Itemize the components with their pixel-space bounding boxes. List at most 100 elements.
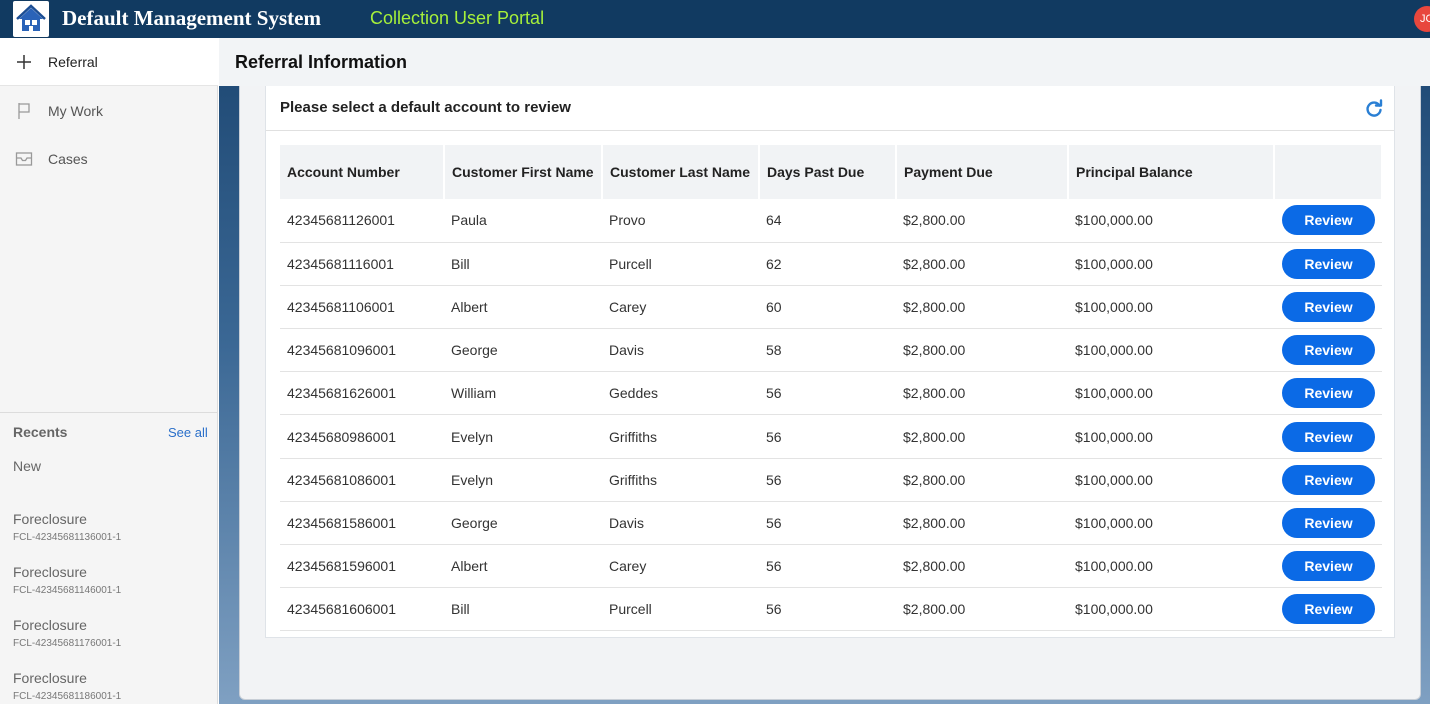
payment-due-cell: $2,800.00 <box>896 587 1068 632</box>
page-title: Referral Information <box>235 52 408 72</box>
first-name-cell: Evelyn <box>444 414 602 459</box>
account-number-cell: 42345681626001 <box>280 371 444 416</box>
days-past-due-cell: 64 <box>759 199 896 243</box>
recents-new-item[interactable]: New <box>13 458 41 474</box>
recent-item[interactable]: Foreclosure FCL-42345681146001-1 <box>13 564 213 596</box>
first-name-cell: William <box>444 371 602 416</box>
see-all-link[interactable]: See all <box>168 425 208 440</box>
review-button[interactable]: Review <box>1282 464 1375 495</box>
review-button[interactable]: Review <box>1282 248 1375 279</box>
accounts-table: Account Number Customer First Name Custo… <box>280 145 1383 632</box>
table-row: 42345681626001 William Geddes 56 $2,800.00 $1… <box>280 371 1382 416</box>
column-header[interactable]: Payment Due <box>896 145 1069 199</box>
recent-item-title: Foreclosure <box>13 564 87 580</box>
review-button[interactable]: Review <box>1282 378 1375 409</box>
days-past-due-cell: 62 <box>759 242 896 286</box>
table-row: 42345681126001 Paula Provo 64 $2,800.00 $100,… <box>280 199 1382 243</box>
action-cell: Review <box>1274 328 1382 373</box>
column-header[interactable]: Customer First Name <box>444 145 603 199</box>
card-header: Please select a default account to revie… <box>266 86 1394 131</box>
principal-balance-cell: $100,000.00 <box>1068 587 1274 632</box>
principal-balance-cell: $100,000.00 <box>1068 501 1274 546</box>
last-name-cell: Purcell <box>602 242 759 286</box>
review-button[interactable]: Review <box>1282 421 1375 452</box>
payment-due-cell: $2,800.00 <box>896 242 1068 286</box>
action-cell: Review <box>1274 242 1382 286</box>
action-cell: Review <box>1274 199 1382 243</box>
principal-balance-cell: $100,000.00 <box>1068 328 1274 373</box>
recent-item-title: Foreclosure <box>13 617 87 633</box>
first-name-cell: Evelyn <box>444 458 602 502</box>
payment-due-cell: $2,800.00 <box>896 328 1068 373</box>
table-row: 42345681096001 George Davis 58 $2,800.00 $100… <box>280 328 1382 373</box>
top-bar: Default Management System Collection Use… <box>0 0 1430 38</box>
principal-balance-cell: $100,000.00 <box>1068 199 1274 243</box>
recent-item-subtitle: FCL-42345681176001-1 <box>13 638 122 649</box>
payment-due-cell: $2,800.00 <box>896 199 1068 243</box>
recents-title: Recents <box>13 424 68 440</box>
review-button[interactable]: Review <box>1282 551 1375 582</box>
review-button[interactable]: Review <box>1282 205 1375 236</box>
divider <box>0 412 218 413</box>
recent-item-subtitle: FCL-42345681186001-1 <box>13 691 122 702</box>
sidebar-item-label: Cases <box>48 151 88 167</box>
sidebar-item-label: Referral <box>48 53 98 70</box>
payment-due-cell: $2,800.00 <box>896 458 1068 502</box>
table-row: 42345680986001 Evelyn Griffiths 56 $2,800.00… <box>280 414 1382 459</box>
refresh-icon[interactable] <box>1364 99 1384 119</box>
last-name-cell: Griffiths <box>602 414 759 459</box>
column-header[interactable]: Days Past Due <box>759 145 897 199</box>
table-row: 42345681086001 Evelyn Griffiths 56 $2,800.00… <box>280 458 1382 502</box>
first-name-cell: George <box>444 501 602 546</box>
recent-item-title: Foreclosure <box>13 511 87 527</box>
column-header[interactable]: Customer Last Name <box>602 145 760 199</box>
principal-balance-cell: $100,000.00 <box>1068 544 1274 589</box>
sidebar-item-cases[interactable]: Cases <box>0 136 218 182</box>
account-number-cell: 42345681126001 <box>280 199 444 243</box>
review-button[interactable]: Review <box>1282 291 1375 322</box>
flag-icon <box>14 101 34 121</box>
account-number-cell: 42345681606001 <box>280 587 444 632</box>
table-row: 42345681596001 Albert Carey 56 $2,800.00 $100… <box>280 544 1382 589</box>
recent-item[interactable]: Foreclosure FCL-42345681186001-1 <box>13 670 213 702</box>
account-number-cell: 42345681596001 <box>280 544 444 589</box>
user-avatar[interactable]: JC <box>1414 6 1430 32</box>
page-header: Referral Information <box>219 38 1430 86</box>
last-name-cell: Carey <box>602 544 759 589</box>
main-area: Referral Information Please select a def… <box>219 38 1430 704</box>
sidebar-item-my-work[interactable]: My Work <box>0 88 218 134</box>
action-cell: Review <box>1274 544 1382 589</box>
recent-item[interactable]: Foreclosure FCL-42345681136001-1 <box>13 511 213 543</box>
account-number-cell: 42345681096001 <box>280 328 444 373</box>
first-name-cell: Paula <box>444 199 602 243</box>
action-cell: Review <box>1274 501 1382 546</box>
first-name-cell: Albert <box>444 544 602 589</box>
account-number-cell: 42345681106001 <box>280 285 444 330</box>
last-name-cell: Purcell <box>602 587 759 632</box>
principal-balance-cell: $100,000.00 <box>1068 458 1274 502</box>
portal-title: Collection User Portal <box>370 8 545 28</box>
sidebar-item-label: My Work <box>48 103 103 119</box>
recent-item-subtitle: FCL-42345681146001-1 <box>13 585 122 596</box>
table-row: 42345681606001 Bill Purcell 56 $2,800.00 $100… <box>280 587 1382 632</box>
table-row: 42345681586001 George Davis 56 $2,800.00 $100… <box>280 501 1382 546</box>
principal-balance-cell: $100,000.00 <box>1068 414 1274 459</box>
home-icon[interactable] <box>13 1 49 37</box>
last-name-cell: Griffiths <box>602 458 759 502</box>
days-past-due-cell: 60 <box>759 285 896 330</box>
days-past-due-cell: 56 <box>759 371 896 416</box>
plus-icon <box>14 52 34 72</box>
column-header[interactable]: Account Number <box>280 145 445 199</box>
last-name-cell: Provo <box>602 199 759 243</box>
first-name-cell: Albert <box>444 285 602 330</box>
days-past-due-cell: 56 <box>759 458 896 502</box>
recent-item[interactable]: Foreclosure FCL-42345681176001-1 <box>13 617 213 649</box>
column-header[interactable]: Principal Balance <box>1068 145 1275 199</box>
inbox-icon <box>14 149 34 169</box>
sidebar-item-referral[interactable]: Referral <box>0 38 218 86</box>
review-button[interactable]: Review <box>1282 594 1375 625</box>
review-button[interactable]: Review <box>1282 507 1375 538</box>
payment-due-cell: $2,800.00 <box>896 544 1068 589</box>
review-button[interactable]: Review <box>1282 335 1375 366</box>
content-panel: Please select a default account to revie… <box>239 86 1421 700</box>
